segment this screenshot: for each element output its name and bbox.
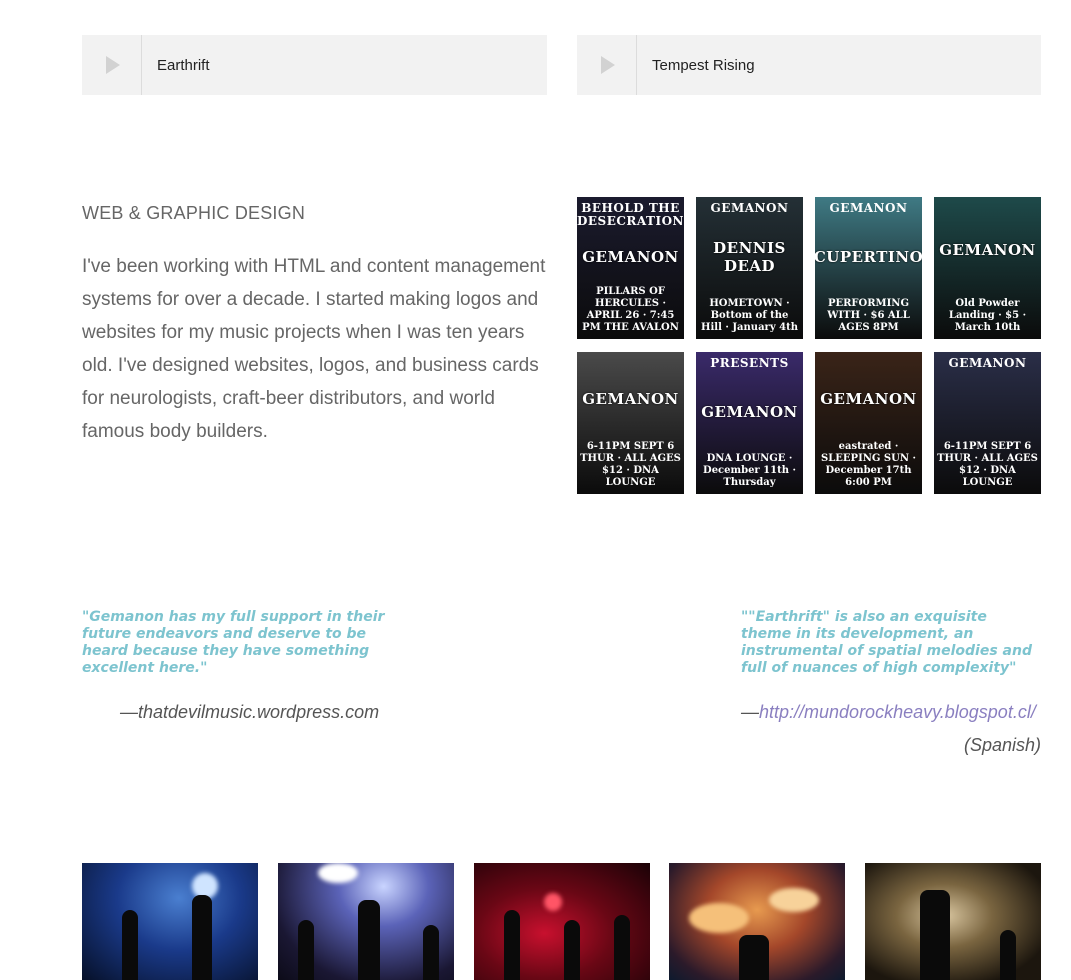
attribution-link[interactable]: http://mundorockheavy.blogspot.cl/ bbox=[759, 702, 1036, 722]
poster-text-top: GEMANON bbox=[710, 201, 789, 215]
poster-text-bottom: DNA LOUNGE · December 11th · Thursday bbox=[703, 453, 796, 488]
stage-light bbox=[318, 863, 358, 883]
track-title[interactable]: Tempest Rising bbox=[637, 57, 755, 74]
cymbal bbox=[769, 888, 819, 912]
musician-silhouette bbox=[358, 900, 380, 980]
attribution-dash: — bbox=[741, 702, 759, 722]
poster-thumbnail[interactable]: GEMANON DENNIS DEAD HOMETOWN · Bottom of… bbox=[696, 197, 803, 339]
poster-text-main: GEMANON bbox=[820, 390, 917, 408]
poster-text-top: GEMANON bbox=[829, 201, 908, 215]
poster-text-main: GEMANON bbox=[582, 248, 679, 266]
press-quote: ""Earthrift" is also an exquisite theme … bbox=[741, 609, 1032, 676]
play-icon bbox=[105, 56, 120, 74]
stage-light bbox=[544, 893, 562, 911]
poster-text-top: BEHOLD THE DESECRATION bbox=[577, 201, 684, 228]
poster-thumbnail[interactable]: GEMANON CUPERTINO PERFORMING WITH · $6 A… bbox=[815, 197, 922, 339]
live-photo[interactable] bbox=[82, 863, 258, 980]
musician-silhouette bbox=[564, 920, 580, 980]
poster-thumbnail[interactable]: BEHOLD THE DESECRATION GEMANON PILLARS O… bbox=[577, 197, 684, 339]
poster-thumbnail[interactable]: GEMANON Old Powder Landing · $5 · March … bbox=[934, 197, 1041, 339]
poster-thumbnail[interactable]: GEMANON eastrated · SLEEPING SUN · Decem… bbox=[815, 352, 922, 494]
poster-text-bottom: 6-11PM SEPT 6 THUR · ALL AGES $12 · DNA … bbox=[580, 441, 681, 488]
play-icon bbox=[600, 56, 615, 74]
poster-text-bottom: PILLARS OF HERCULES · APRIL 26 · 7:45 PM… bbox=[582, 286, 679, 333]
play-button[interactable] bbox=[82, 35, 142, 95]
musician-silhouette bbox=[614, 915, 630, 980]
quote-attribution: —http://mundorockheavy.blogspot.cl/ bbox=[741, 702, 1036, 723]
quote-attribution: —thatdevilmusic.wordpress.com bbox=[120, 702, 380, 722]
audio-player-earthrift: Earthrift bbox=[82, 35, 547, 95]
poster-text-main: CUPERTINO bbox=[815, 247, 922, 266]
live-photo[interactable] bbox=[669, 863, 845, 980]
play-button[interactable] bbox=[577, 35, 637, 95]
cymbal bbox=[689, 903, 749, 933]
musician-silhouette bbox=[423, 925, 439, 980]
section-title: WEB & GRAPHIC DESIGN bbox=[82, 203, 306, 223]
audio-player-tempest-rising: Tempest Rising bbox=[577, 35, 1041, 95]
poster-text-bottom: HOMETOWN · Bottom of the Hill · January … bbox=[701, 298, 798, 333]
poster-text-bottom: 6-11PM SEPT 6 THUR · ALL AGES $12 · DNA … bbox=[937, 441, 1038, 488]
musician-silhouette bbox=[920, 890, 950, 980]
live-photo[interactable] bbox=[474, 863, 650, 980]
live-photo[interactable] bbox=[865, 863, 1041, 980]
musician-silhouette bbox=[1000, 930, 1016, 980]
poster-text-bottom: eastrated · SLEEPING SUN · December 17th… bbox=[821, 441, 916, 488]
poster-text-main: DENNIS DEAD bbox=[713, 238, 786, 275]
poster-thumbnail[interactable]: GEMANON 6-11PM SEPT 6 THUR · ALL AGES $1… bbox=[577, 352, 684, 494]
musician-silhouette bbox=[298, 920, 314, 980]
poster-text-top: GEMANON bbox=[948, 356, 1027, 370]
poster-text-top: PRESENTS bbox=[710, 356, 789, 370]
poster-text-main: GEMANON bbox=[582, 390, 679, 408]
drummer-silhouette bbox=[739, 935, 769, 980]
poster-text-main: GEMANON bbox=[939, 241, 1036, 259]
poster-thumbnail[interactable]: PRESENTS GEMANON DNA LOUNGE · December 1… bbox=[696, 352, 803, 494]
section-description: I've been working with HTML and content … bbox=[82, 256, 546, 442]
musician-silhouette bbox=[192, 895, 212, 980]
musician-silhouette bbox=[122, 910, 138, 980]
poster-thumbnail[interactable]: GEMANON 6-11PM SEPT 6 THUR · ALL AGES $1… bbox=[934, 352, 1041, 494]
musician-silhouette bbox=[504, 910, 520, 980]
poster-text-main: GEMANON bbox=[701, 402, 798, 421]
track-title[interactable]: Earthrift bbox=[142, 57, 210, 74]
poster-text-bottom: Old Powder Landing · $5 · March 10th bbox=[948, 298, 1027, 333]
live-photo[interactable] bbox=[278, 863, 454, 980]
poster-text-bottom: PERFORMING WITH · $6 ALL AGES 8PM bbox=[827, 298, 910, 333]
attribution-language-note: (Spanish) bbox=[963, 735, 1041, 755]
press-quote: "Gemanon has my full support in their fu… bbox=[82, 609, 385, 676]
